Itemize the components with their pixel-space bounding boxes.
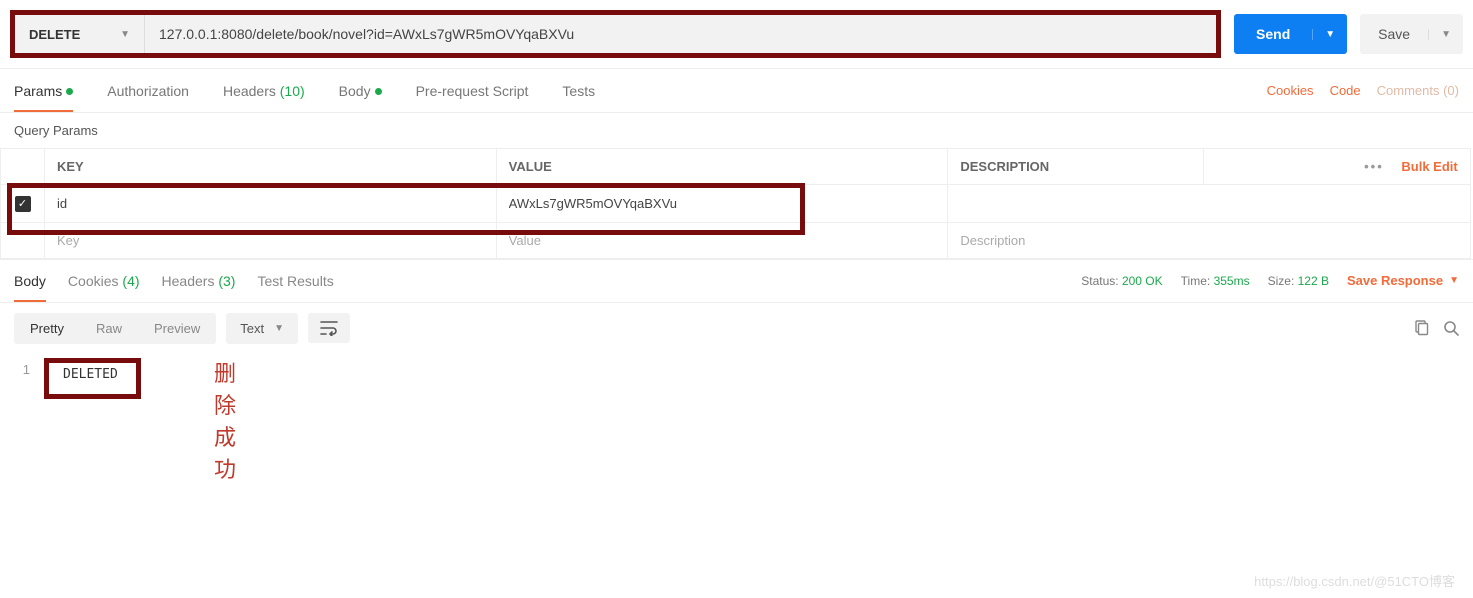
caret-down-icon: ▼: [274, 323, 284, 334]
col-key: KEY: [45, 149, 497, 185]
time-value: 355ms: [1214, 274, 1250, 288]
param-key-input[interactable]: [57, 233, 484, 248]
tab-tests[interactable]: Tests: [562, 71, 595, 111]
save-response-button[interactable]: Save Response ▼: [1347, 273, 1459, 288]
view-mode-segmented: Pretty Raw Preview: [14, 313, 216, 344]
http-method-select[interactable]: DELETE ▼: [15, 15, 145, 53]
wrap-lines-button[interactable]: [308, 313, 350, 343]
caret-down-icon: ▼: [1449, 275, 1459, 286]
tab-authorization[interactable]: Authorization: [107, 71, 189, 111]
annotation-text: 删除成功: [214, 356, 236, 484]
col-description: DESCRIPTION: [948, 149, 1204, 185]
method-url-wrap: DELETE ▼: [10, 10, 1221, 58]
param-row-empty: [1, 222, 1473, 258]
wrap-icon: [320, 320, 338, 336]
param-desc-input[interactable]: [960, 233, 1457, 248]
tab-body[interactable]: Body: [339, 71, 382, 111]
resp-tab-headers[interactable]: Headers (3): [162, 261, 236, 301]
param-key-input[interactable]: [57, 196, 484, 211]
dot-icon: [66, 88, 73, 95]
view-preview[interactable]: Preview: [138, 313, 216, 344]
query-params-title: Query Params: [0, 113, 1473, 148]
response-bar: Body Cookies (4) Headers (3) Test Result…: [0, 259, 1473, 303]
response-text: DELETED: [44, 358, 141, 399]
url-input[interactable]: [145, 15, 1216, 53]
http-method-label: DELETE: [29, 27, 80, 42]
send-button[interactable]: Send ▼: [1234, 14, 1347, 54]
request-tabs: Params Authorization Headers (10) Body P…: [14, 71, 595, 111]
param-value-input[interactable]: [509, 196, 936, 211]
more-icon[interactable]: •••: [1364, 159, 1384, 174]
save-button[interactable]: Save ▼: [1360, 14, 1463, 54]
response-body: 1 DELETED 删除成功: [0, 354, 1473, 429]
watermark: https://blog.csdn.net/@51CTO博客: [1254, 571, 1455, 590]
param-desc-input[interactable]: [960, 196, 1457, 211]
dot-icon: [375, 88, 382, 95]
link-comments[interactable]: Comments (0): [1377, 83, 1459, 98]
tab-headers[interactable]: Headers (10): [223, 71, 305, 111]
link-code[interactable]: Code: [1330, 83, 1361, 98]
format-select[interactable]: Text ▼: [226, 313, 298, 344]
response-meta: Status: 200 OK Time: 355ms Size: 122 B S…: [1081, 273, 1459, 288]
resp-tab-test-results[interactable]: Test Results: [257, 261, 333, 301]
search-icon[interactable]: [1443, 320, 1459, 336]
col-value: VALUE: [496, 149, 948, 185]
view-controls: Pretty Raw Preview Text ▼: [0, 303, 1473, 354]
col-actions: ••• Bulk Edit: [1204, 149, 1471, 185]
tab-prerequest[interactable]: Pre-request Script: [416, 71, 529, 111]
status-value: 200 OK: [1122, 274, 1163, 288]
view-pretty[interactable]: Pretty: [14, 313, 80, 344]
request-tabs-row: Params Authorization Headers (10) Body P…: [0, 69, 1473, 113]
param-value-input[interactable]: [509, 233, 936, 248]
params-table: KEY VALUE DESCRIPTION ••• Bulk Edit ✓: [0, 148, 1473, 259]
link-cookies[interactable]: Cookies: [1267, 83, 1314, 98]
resp-tab-body[interactable]: Body: [14, 261, 46, 301]
save-button-label: Save: [1360, 26, 1428, 42]
request-tabs-right: Cookies Code Comments (0): [1267, 83, 1459, 98]
size-value: 122 B: [1298, 274, 1329, 288]
checkbox-icon[interactable]: ✓: [15, 196, 31, 212]
resp-tab-cookies[interactable]: Cookies (4): [68, 261, 140, 301]
copy-icon[interactable]: [1413, 320, 1429, 336]
response-tabs: Body Cookies (4) Headers (3) Test Result…: [14, 261, 334, 301]
send-dropdown-icon[interactable]: ▼: [1312, 29, 1347, 40]
request-bar: DELETE ▼ Send ▼ Save ▼: [0, 0, 1473, 69]
send-button-label: Send: [1234, 26, 1312, 42]
param-row: ✓: [1, 185, 1473, 223]
save-dropdown-icon[interactable]: ▼: [1428, 29, 1463, 40]
caret-down-icon: ▼: [120, 29, 130, 40]
line-number: 1: [14, 358, 44, 377]
bulk-edit-link[interactable]: Bulk Edit: [1401, 159, 1457, 174]
tab-params[interactable]: Params: [14, 71, 73, 111]
view-raw[interactable]: Raw: [80, 313, 138, 344]
